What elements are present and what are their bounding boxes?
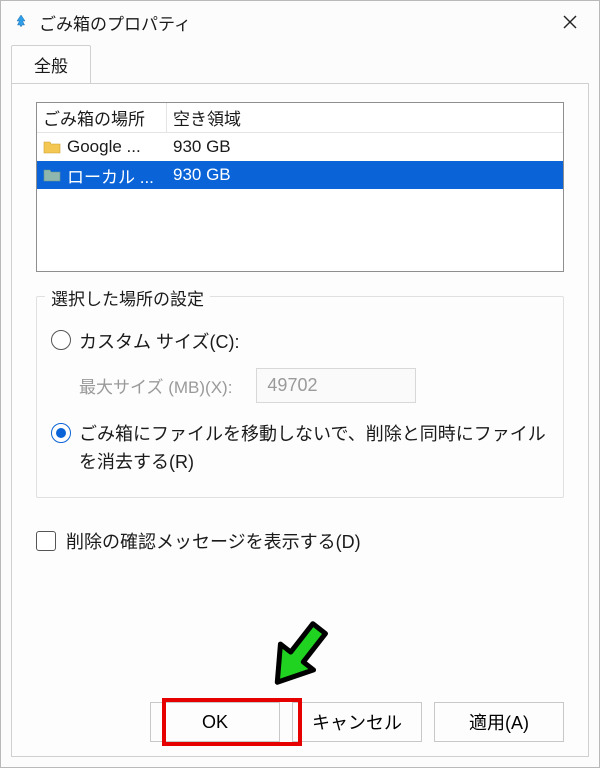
delete-immediately-radio-row[interactable]: ごみ箱にファイルを移動しないで、削除と同時にファイルを消去する(R) — [51, 421, 549, 477]
tab-content: ごみ箱の場所 空き領域 Google ... 930 GB — [11, 83, 589, 757]
max-size-label: 最大サイズ (MB)(X): — [79, 373, 232, 398]
column-header-location[interactable]: ごみ箱の場所 — [37, 103, 167, 132]
recycle-bin-icon — [11, 12, 31, 32]
custom-size-radio-row[interactable]: カスタム サイズ(C): — [51, 328, 549, 354]
window-title: ごみ箱のプロパティ — [39, 10, 191, 35]
apply-button[interactable]: 適用(A) — [434, 702, 564, 742]
row-name: ローカル ... — [67, 163, 154, 188]
max-size-row: 最大サイズ (MB)(X): — [79, 368, 549, 403]
tab-general[interactable]: 全般 — [11, 45, 91, 83]
titlebar: ごみ箱のプロパティ — [1, 1, 599, 43]
delete-immediately-label: ごみ箱にファイルを移動しないで、削除と同時にファイルを消去する(R) — [79, 421, 549, 477]
settings-groupbox: 選択した場所の設定 カスタム サイズ(C): 最大サイズ (MB)(X): ごみ… — [36, 296, 564, 498]
custom-size-label: カスタム サイズ(C): — [79, 328, 239, 354]
list-row[interactable]: ローカル ... 930 GB — [37, 161, 563, 189]
max-size-input — [256, 368, 416, 403]
list-header: ごみ箱の場所 空き領域 — [37, 103, 563, 133]
folder-icon — [43, 140, 61, 154]
confirm-delete-checkbox[interactable] — [36, 531, 56, 551]
cancel-button[interactable]: キャンセル — [292, 702, 422, 742]
dialog-button-row: OK キャンセル 適用(A) — [12, 702, 588, 742]
settings-legend: 選択した場所の設定 — [45, 285, 210, 310]
confirm-delete-label: 削除の確認メッセージを表示する(D) — [66, 528, 361, 554]
instruction-arrow-icon — [262, 617, 332, 702]
close-button[interactable] — [541, 1, 599, 43]
row-name: Google ... — [67, 137, 141, 157]
column-header-space[interactable]: 空き領域 — [167, 103, 563, 132]
list-row[interactable]: Google ... 930 GB — [37, 133, 563, 161]
row-space: 930 GB — [167, 137, 563, 157]
location-list[interactable]: ごみ箱の場所 空き領域 Google ... 930 GB — [36, 102, 564, 272]
confirm-delete-checkbox-row[interactable]: 削除の確認メッセージを表示する(D) — [36, 528, 564, 554]
properties-dialog: ごみ箱のプロパティ 全般 ごみ箱の場所 空き領域 — [0, 0, 600, 768]
ok-button[interactable]: OK — [150, 702, 280, 742]
folder-icon — [43, 168, 61, 182]
tab-strip: 全般 — [1, 43, 599, 83]
close-icon — [563, 15, 577, 29]
radio-custom-size[interactable] — [51, 330, 71, 350]
row-space: 930 GB — [167, 165, 563, 185]
radio-delete-immediately[interactable] — [51, 423, 71, 443]
